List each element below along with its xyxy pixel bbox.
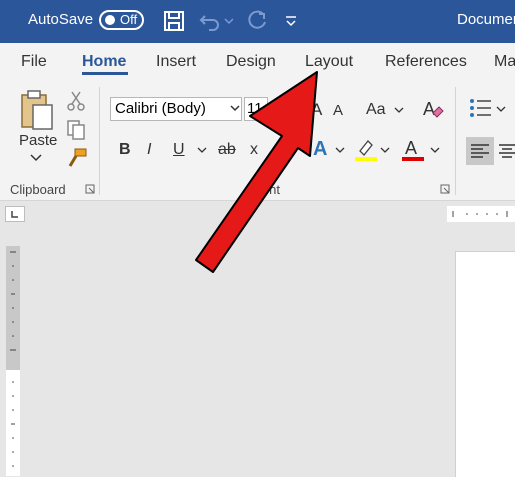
- active-tab-indicator: [82, 72, 128, 75]
- font-name-dropdown-icon[interactable]: [229, 104, 241, 114]
- grow-font-button[interactable]: A: [311, 100, 322, 120]
- save-icon[interactable]: [163, 10, 185, 32]
- superscript-button[interactable]: x: [276, 141, 284, 159]
- align-left-icon[interactable]: [466, 137, 494, 165]
- undo-dropdown-icon[interactable]: [223, 10, 235, 32]
- clipboard-group-label: Clipboard: [10, 182, 66, 197]
- clipboard-launcher-icon[interactable]: [85, 184, 95, 194]
- paste-dropdown-icon[interactable]: [29, 153, 43, 163]
- highlight-icon[interactable]: [354, 137, 378, 161]
- paste-icon[interactable]: [19, 89, 55, 133]
- vertical-ruler-margin: [6, 246, 20, 370]
- autosave-toggle[interactable]: Off: [99, 10, 144, 30]
- tab-home[interactable]: Home: [82, 53, 126, 71]
- autosave-label: AutoSave: [28, 11, 94, 28]
- toggle-knob: [105, 15, 115, 25]
- tab-layout[interactable]: Layout: [305, 53, 353, 71]
- strikethrough-button[interactable]: ab: [218, 141, 236, 159]
- format-painter-icon[interactable]: [66, 147, 88, 169]
- font-color-button[interactable]: A: [405, 138, 417, 159]
- bold-button[interactable]: B: [119, 141, 131, 159]
- ruler-ticks: [452, 211, 508, 217]
- svg-text:A: A: [423, 99, 435, 119]
- font-launcher-icon[interactable]: [440, 184, 450, 194]
- ribbon-tabs: File Home Insert Design Layout Reference…: [0, 43, 515, 81]
- font-color-dropdown-icon[interactable]: [430, 147, 440, 155]
- undo-icon[interactable]: [199, 10, 221, 32]
- font-name-value: Calibri (Body): [115, 100, 206, 117]
- bullets-icon[interactable]: [469, 97, 493, 119]
- change-case-dropdown-icon[interactable]: [394, 107, 404, 115]
- underline-dropdown-icon[interactable]: [197, 147, 207, 155]
- document-page[interactable]: [455, 251, 515, 477]
- document-title: Documen: [457, 11, 515, 28]
- tab-selector[interactable]: [5, 206, 25, 222]
- highlight-dropdown-icon[interactable]: [380, 147, 390, 155]
- font-group-label: Font: [254, 182, 281, 197]
- tab-design[interactable]: Design: [226, 53, 276, 71]
- document-area[interactable]: [0, 201, 515, 476]
- vertical-ruler-ticks: [10, 251, 16, 351]
- shrink-font-button[interactable]: A: [333, 102, 343, 119]
- underline-button[interactable]: U: [173, 141, 185, 159]
- horizontal-ruler[interactable]: [447, 206, 515, 222]
- title-bar: AutoSave Off Documen: [0, 0, 515, 43]
- group-separator: [99, 87, 100, 195]
- autosave-toggle-state: Off: [120, 12, 138, 27]
- change-case-button[interactable]: Aa: [366, 101, 386, 119]
- font-name-box[interactable]: Calibri (Body): [110, 97, 242, 121]
- tab-mailings[interactable]: Ma: [494, 53, 515, 71]
- text-effects-dropdown-icon[interactable]: [335, 147, 345, 155]
- customize-qat-icon[interactable]: [284, 10, 298, 32]
- font-color-swatch: [402, 157, 424, 161]
- tab-insert[interactable]: Insert: [156, 53, 196, 71]
- copy-icon[interactable]: [66, 119, 86, 141]
- tab-stop-icon: [11, 211, 18, 218]
- bullets-dropdown-icon[interactable]: [496, 106, 506, 114]
- group-separator: [455, 87, 456, 195]
- text-effects-button[interactable]: A: [313, 138, 327, 161]
- redo-icon[interactable]: [246, 10, 268, 32]
- ribbon: Paste Clipboard Calibri (Body) 11 A A Aa…: [0, 81, 515, 201]
- italic-button[interactable]: I: [147, 141, 151, 159]
- tab-file[interactable]: File: [21, 53, 47, 71]
- paste-button[interactable]: Paste: [19, 132, 57, 149]
- clear-formatting-icon[interactable]: A: [421, 97, 445, 121]
- vertical-ruler-lower-ticks: [11, 381, 15, 467]
- font-size-box[interactable]: 11: [244, 97, 268, 121]
- align-center-icon[interactable]: [498, 143, 515, 161]
- tab-references[interactable]: References: [385, 53, 467, 71]
- font-size-value: 11: [247, 100, 263, 117]
- subscript-button[interactable]: x: [250, 141, 258, 159]
- cut-icon[interactable]: [66, 90, 86, 112]
